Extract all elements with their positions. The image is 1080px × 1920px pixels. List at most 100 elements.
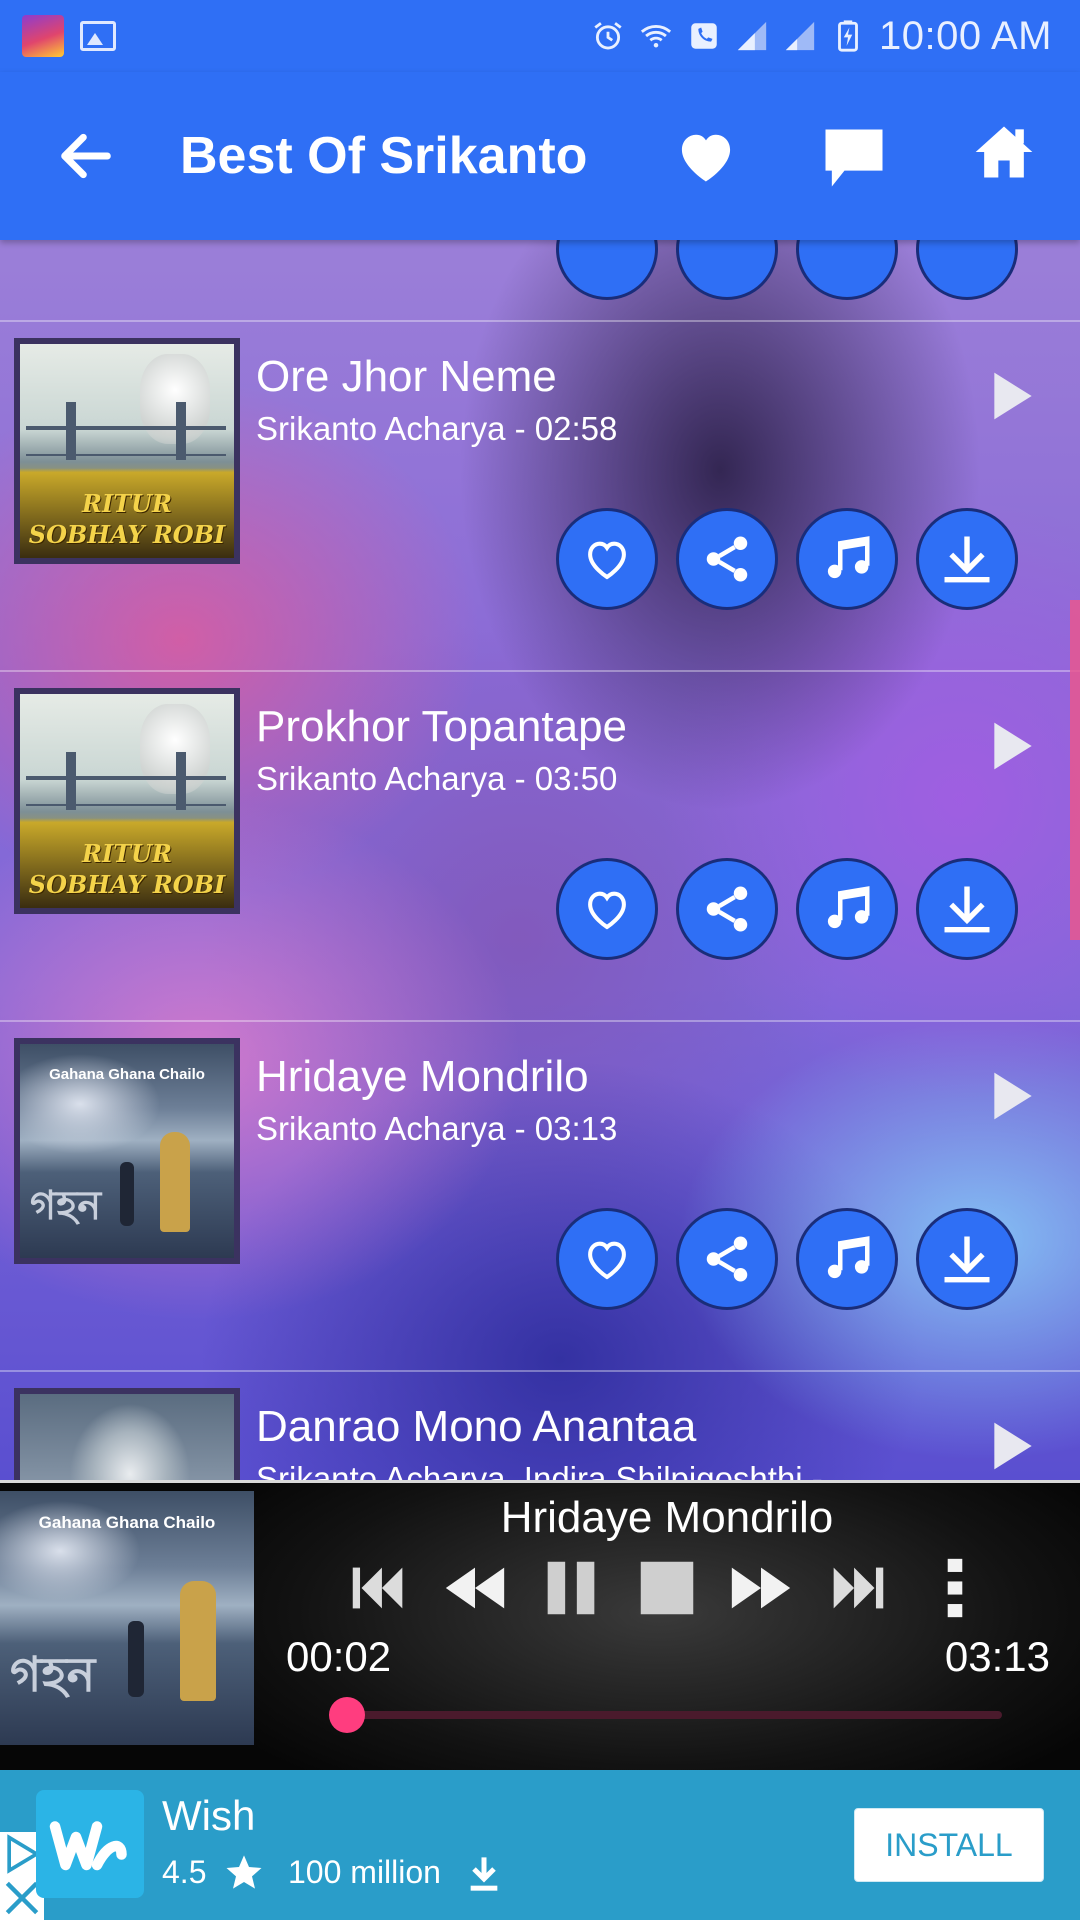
song-artist-duration: Srikanto Acharya - 03:13 — [256, 1110, 618, 1147]
share-icon — [706, 1236, 748, 1282]
album-art: RITUR SOBHAY ROBI — [14, 338, 240, 564]
app-bar: Best Of Srikanto — [0, 72, 1080, 240]
song-artist-duration: Srikanto Acharya - 03:50 — [256, 760, 618, 797]
wifi-calling-icon — [640, 25, 672, 48]
install-button[interactable]: INSTALL — [854, 1808, 1044, 1882]
album-art-title: RITUR — [82, 489, 172, 518]
favorite-button[interactable] — [556, 508, 658, 610]
ad-downloads: 100 million — [288, 1854, 441, 1890]
scrollbar[interactable] — [1070, 600, 1080, 940]
seek-bar[interactable] — [328, 1697, 1002, 1733]
song-title: Ore Jhor Neme — [256, 352, 557, 401]
wish-logo-icon — [49, 1821, 127, 1871]
ad-app-name: Wish — [162, 1792, 256, 1839]
now-playing-title: Hridaye Mondrilo — [500, 1493, 834, 1542]
home-icon[interactable] — [970, 118, 1038, 186]
ringtone-icon — [827, 886, 870, 929]
ringtone-button[interactable] — [796, 1208, 898, 1310]
chat-icon[interactable] — [816, 120, 892, 196]
play-icon[interactable] — [988, 1068, 1038, 1124]
album-art-subtitle: SOBHAY ROBI — [28, 520, 226, 549]
song-title: Danrao Mono Anantaa — [256, 1402, 697, 1451]
playback-controls — [0, 1553, 1080, 1623]
album-art: Gahana Ghana Chailo গহন — [14, 1038, 240, 1264]
ad-banner[interactable]: Wish 4.5 100 million INSTALL — [0, 1770, 1080, 1920]
pause-icon[interactable] — [536, 1553, 606, 1623]
download-count-icon — [470, 1857, 498, 1891]
play-icon[interactable] — [988, 718, 1038, 774]
album-art — [14, 1388, 240, 1480]
album-art-caption: Gahana Ghana Chailo — [49, 1066, 205, 1083]
album-art: RITUR SOBHAY ROBI — [14, 688, 240, 914]
download-button[interactable] — [916, 858, 1018, 960]
song-artist-duration: Srikanto Acharya - 02:58 — [256, 410, 618, 447]
list-item-partial — [0, 240, 1080, 300]
share-button[interactable] — [676, 1208, 778, 1310]
ringtone-icon — [827, 536, 870, 579]
status-bar: 10:00 AM — [0, 0, 1080, 72]
share-icon — [706, 536, 748, 582]
favorite-button[interactable] — [556, 1208, 658, 1310]
play-icon[interactable] — [988, 368, 1038, 424]
ad-app-logo[interactable] — [36, 1790, 144, 1898]
share-button[interactable] — [676, 858, 778, 960]
status-time: 10:00 AM — [878, 13, 1052, 58]
list-item[interactable]: Danrao Mono Anantaa Srikanto Acharya, In… — [0, 1376, 1080, 1480]
more-vert-icon[interactable] — [920, 1553, 990, 1623]
song-title: Hridaye Mondrilo — [256, 1052, 589, 1101]
download-button[interactable] — [916, 240, 1018, 300]
signal-icon — [737, 21, 767, 51]
battery-charging-icon — [838, 20, 858, 52]
alarm-icon — [594, 22, 622, 50]
favorite-icon — [588, 891, 626, 930]
download-icon — [944, 886, 990, 933]
total-time: 03:13 — [944, 1633, 1050, 1680]
fast-forward-icon[interactable] — [726, 1553, 796, 1623]
divider — [0, 1370, 1080, 1372]
download-button[interactable] — [916, 508, 1018, 610]
elapsed-time: 00:02 — [286, 1633, 392, 1680]
download-icon — [944, 1236, 990, 1283]
rewind-icon[interactable] — [440, 1553, 510, 1623]
list-item[interactable]: RITUR SOBHAY ROBI Prokhor Topantape Srik… — [0, 676, 1080, 1026]
ringtone-button[interactable] — [796, 858, 898, 960]
stop-icon[interactable] — [632, 1553, 702, 1623]
album-art-caption: Gahana Ghana Chailo — [38, 1513, 216, 1532]
skip-previous-icon[interactable] — [344, 1553, 414, 1623]
song-list[interactable]: RITUR SOBHAY ROBI Ore Jhor Neme Srikanto… — [0, 240, 1080, 1480]
favorite-icon — [588, 1241, 626, 1280]
ad-rating: 4.5 — [162, 1854, 207, 1890]
star-icon — [226, 1855, 262, 1889]
share-icon — [706, 886, 748, 932]
ringtone-button[interactable] — [796, 240, 898, 300]
download-icon — [944, 536, 990, 583]
favorite-icon — [588, 541, 626, 580]
download-button[interactable] — [916, 1208, 1018, 1310]
album-art-subtitle: SOBHAY ROBI — [28, 870, 226, 899]
divider — [0, 670, 1080, 672]
phone-icon — [691, 23, 717, 49]
song-artist-duration: Srikanto Acharya, Indira Shilpigoshthi - — [256, 1460, 823, 1480]
share-button[interactable] — [676, 508, 778, 610]
skip-next-icon[interactable] — [822, 1553, 892, 1623]
favorite-button[interactable] — [556, 858, 658, 960]
list-item[interactable]: RITUR SOBHAY ROBI Ore Jhor Neme Srikanto… — [0, 326, 1080, 676]
ringtone-icon — [827, 1236, 870, 1279]
album-art-title: RITUR — [82, 839, 172, 868]
page-title: Best Of Srikanto — [180, 127, 588, 185]
now-playing-bar: Gahana Ghana Chailo গহন Hridaye Mondrilo… — [0, 1480, 1080, 1773]
signal-2-icon — [785, 21, 815, 51]
back-arrow-icon[interactable] — [54, 124, 118, 188]
ringtone-button[interactable] — [796, 508, 898, 610]
list-item[interactable]: Gahana Ghana Chailo গহন Hridaye Mondrilo… — [0, 1026, 1080, 1376]
play-icon[interactable] — [988, 1418, 1038, 1474]
share-button[interactable] — [676, 240, 778, 300]
divider — [0, 320, 1080, 322]
image-notification-icon — [80, 21, 116, 51]
seek-thumb[interactable] — [328, 1697, 365, 1733]
favorite-button[interactable] — [556, 240, 658, 300]
heart-icon[interactable] — [672, 122, 740, 190]
divider — [0, 1020, 1080, 1022]
app-notification-icon — [22, 15, 64, 57]
song-title: Prokhor Topantape — [256, 702, 628, 751]
